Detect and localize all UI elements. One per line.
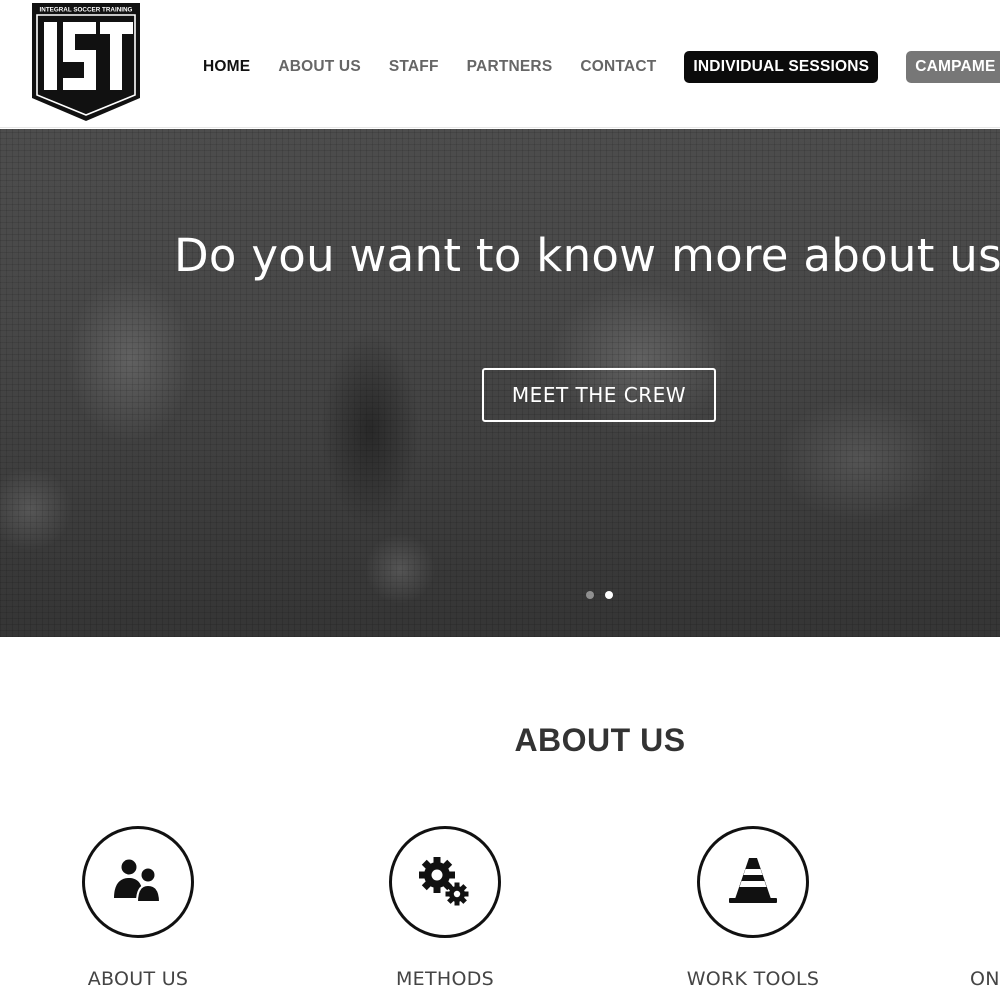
feature-about-us[interactable]: ABOUT US [38,826,238,990]
feature-circle[interactable] [389,826,501,938]
nav-about-us[interactable]: ABOUT US [278,58,361,76]
feature-label: METHODS [395,968,495,990]
nav-campaments-button[interactable]: CAMPAME [906,51,1000,83]
feature-label: ABOUT US [87,968,189,990]
logo[interactable]: INTEGRAL SOCCER TRAINING [30,2,142,122]
slider-dot-1[interactable] [586,591,594,599]
hero-title: Do you want to know more about us? [173,229,1000,282]
site-header: INTEGRAL SOCCER TRAINING HOME ABOUT US S… [0,0,1000,128]
nav-contact[interactable]: CONTACT [580,58,656,76]
gears-icon [419,857,469,906]
about-section-title: ABOUT US [514,722,686,758]
feature-work-tools[interactable]: WORK TOOLS [653,826,853,990]
nav-home[interactable]: HOME [203,58,250,76]
nav-partners[interactable]: PARTNERS [467,58,553,76]
slider-dots [586,591,613,599]
feature-label: WORK TOOLS [686,968,820,990]
logo-text: INTEGRAL SOCCER TRAINING [40,7,133,14]
feature-label: ON [970,968,1000,990]
feature-online[interactable]: ON [960,826,1000,990]
users-icon [114,859,162,903]
meet-the-crew-button[interactable]: MEET THE CREW [482,368,716,422]
slider-dot-2[interactable] [605,591,613,599]
nav-staff[interactable]: STAFF [389,58,439,76]
nav-individual-sessions-button[interactable]: INDIVIDUAL SESSIONS [684,51,879,83]
main-nav: HOME ABOUT US STAFF PARTNERS CONTACT IND… [203,51,1000,83]
cone-icon [729,858,777,903]
feature-circle[interactable] [697,826,809,938]
logo-shield-icon: INTEGRAL SOCCER TRAINING [32,3,140,121]
hero-slider: Do you want to know more about us? MEET … [0,129,1000,637]
feature-methods[interactable]: METHODS [345,826,545,990]
feature-circle[interactable] [82,826,194,938]
